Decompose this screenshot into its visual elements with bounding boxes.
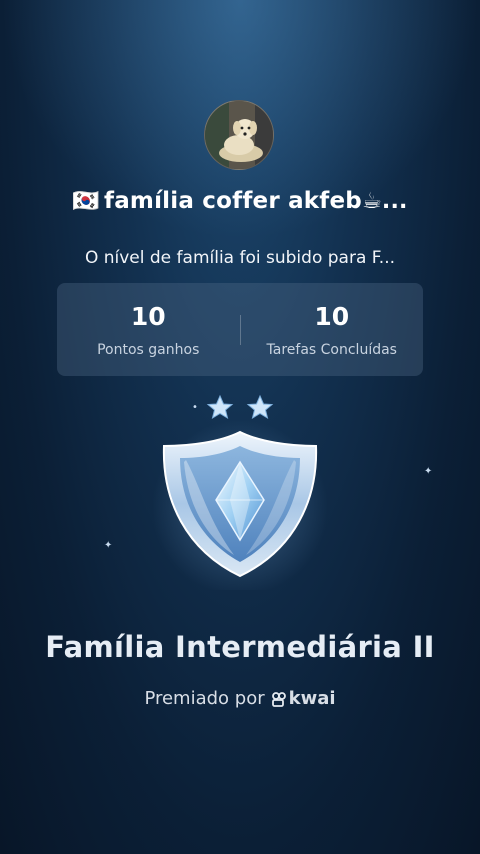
stats-card: 10 Pontos ganhos 10 Tarefas Concluídas [57,283,423,376]
sparkle-icon: ✦ [104,540,113,551]
coffee-icon: ☕... [361,189,408,214]
level-up-message: O nível de família foi subido para F... [84,248,396,268]
dog-photo [205,101,273,169]
family-name-text: família coffer akfeb [104,188,362,214]
family-name: 🇰🇷 família coffer akfeb☕... [0,188,480,214]
stat-value: 10 [130,301,166,331]
korea-flag-icon: 🇰🇷 [72,189,100,214]
star-icon [246,394,274,420]
stat-tasks: 10 Tarefas Concluídas [241,302,424,358]
star-icon [206,394,234,420]
level-badge [152,394,328,590]
stat-points: 10 Pontos ganhos [57,302,240,358]
kwai-icon [271,691,286,707]
awarded-by-label: Premiado por [144,688,265,709]
kwai-brand-text: kwai [288,688,336,709]
family-avatar[interactable] [204,100,274,170]
stat-label: Tarefas Concluídas [266,341,397,358]
sparkle-icon: ✦ [424,466,433,477]
stat-label: Pontos ganhos [97,341,200,358]
kwai-logo: kwai [271,688,336,709]
badge-title: Família Intermediária II [45,630,435,664]
stat-value: 10 [314,301,350,331]
awarded-by: Premiado por kwai [0,688,480,709]
